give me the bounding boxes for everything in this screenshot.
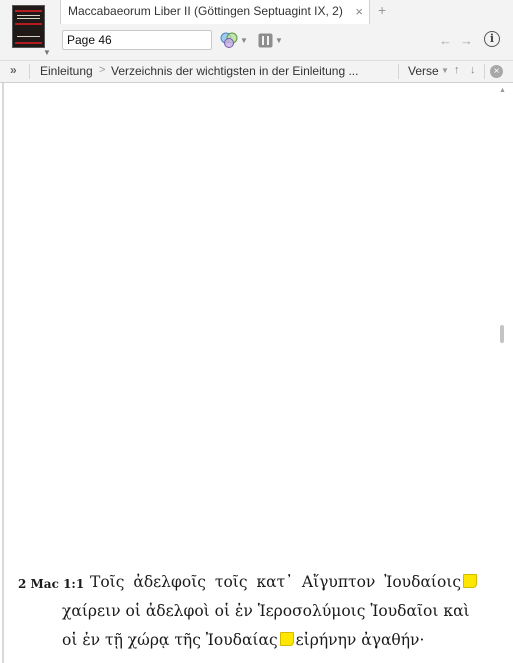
note-icon[interactable] — [279, 632, 294, 646]
verse-line: χαίρειν οἱ ἀδελφοὶ οἱ ἐν Ἱεροσολύμοις Ἰο… — [62, 602, 470, 620]
parallel-icon — [258, 33, 273, 47]
visual-filter-button[interactable]: ▼ — [220, 30, 248, 50]
chevron-down-icon: ▼ — [275, 35, 283, 45]
breadcrumb-section[interactable]: Verzeichnis der wichtigsten in der Einle… — [111, 64, 358, 78]
scrollbar-thumb[interactable] — [500, 325, 504, 343]
forward-arrow-icon[interactable]: → — [460, 33, 473, 48]
chevron-down-icon[interactable]: ▼ — [43, 48, 51, 57]
chevron-down-icon[interactable]: ▼ — [441, 66, 449, 75]
up-arrow-icon[interactable]: ↑ — [454, 64, 460, 76]
new-tab-button[interactable]: + — [378, 2, 386, 18]
navigation-bar: » Einleitung > Verzeichnis der wichtigst… — [0, 60, 513, 82]
document-pane[interactable]: ▲ 2 Mac 1:1 Τοῖς ἀδελφοῖς τοῖς κατ᾽ Αἴγυ… — [0, 83, 513, 663]
close-tab-icon[interactable]: × — [355, 4, 363, 19]
more-icon[interactable]: » — [10, 63, 17, 77]
scroll-up-icon[interactable]: ▲ — [499, 87, 506, 94]
down-arrow-icon[interactable]: ↓ — [470, 64, 476, 76]
note-icon[interactable] — [463, 574, 478, 588]
chevron-down-icon: ▼ — [240, 35, 248, 45]
pane-border — [2, 83, 4, 663]
close-icon[interactable]: × — [490, 65, 503, 78]
verse-reference[interactable]: 2 Mac 1:1 — [18, 577, 84, 591]
verse-line: οἱ ἐν τῇ χώρᾳ τῆς Ἰουδαίας εἰρήνην ἀγαθήν… — [62, 631, 425, 649]
resource-tab[interactable]: Maccabaeorum Liber II (Göttingen Septuag… — [60, 0, 370, 24]
verse-selector[interactable]: Verse — [408, 64, 439, 78]
breadcrumb-einleitung[interactable]: Einleitung — [40, 64, 93, 78]
info-icon[interactable]: i — [484, 31, 500, 47]
page-input[interactable] — [62, 30, 212, 50]
breadcrumb-separator: > — [99, 64, 106, 76]
resource-cover-thumbnail[interactable] — [12, 5, 45, 48]
back-arrow-icon[interactable]: ← — [439, 33, 452, 48]
visual-filter-icon — [220, 32, 238, 48]
parallel-resources-button[interactable]: ▼ — [258, 30, 283, 50]
verse-line: Τοῖς ἀδελφοῖς τοῖς κατ᾽ Αἴγυπτον Ἰουδαίο… — [90, 573, 479, 591]
tab-title: Maccabaeorum Liber II (Göttingen Septuag… — [68, 4, 343, 18]
